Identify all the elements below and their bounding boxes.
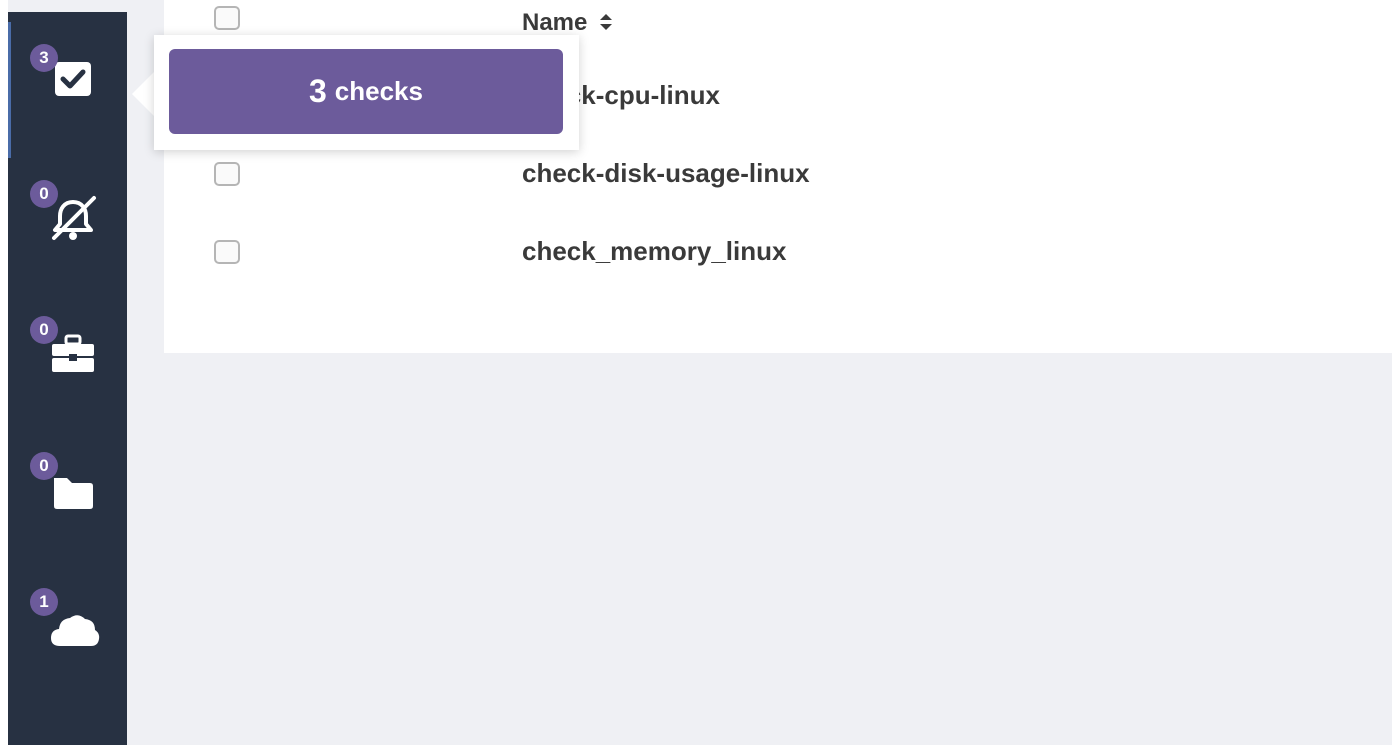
sidebar-item-jobs[interactable]: 0 (30, 316, 110, 380)
window-edge (0, 0, 8, 745)
sidebar-item-clouds[interactable]: 1 (30, 588, 110, 652)
table-row[interactable]: check-disk-usage-linux (164, 144, 1392, 204)
sidebar-item-checks[interactable]: 3 (30, 44, 110, 108)
tooltip-content: 3 checks (169, 49, 563, 134)
sidebar-item-folders[interactable]: 0 (30, 452, 110, 516)
sidebar-item-silenced[interactable]: 0 (30, 180, 110, 244)
active-indicator (8, 22, 11, 158)
tooltip-count: 3 (309, 73, 327, 109)
jobs-count-badge: 0 (30, 316, 58, 344)
checks-count-badge: 3 (30, 44, 58, 72)
checks-tooltip: 3 checks (154, 35, 579, 150)
silenced-count-badge: 0 (30, 180, 58, 208)
row-checkbox[interactable] (214, 162, 240, 186)
row-checkbox[interactable] (214, 240, 240, 264)
tooltip-label: checks (334, 76, 423, 106)
check-name[interactable]: check_memory_linux (522, 236, 786, 267)
folders-count-badge: 0 (30, 452, 58, 480)
name-column-header[interactable]: Name (522, 6, 613, 37)
tooltip-arrow (132, 72, 154, 116)
sidebar: 3 0 0 0 1 (8, 12, 127, 745)
table-row[interactable]: check_memory_linux (164, 222, 1392, 282)
sort-icon (599, 14, 612, 30)
name-header-label: Name (522, 9, 588, 36)
check-name[interactable]: check-disk-usage-linux (522, 158, 810, 189)
clouds-count-badge: 1 (30, 588, 58, 616)
select-all-checkbox[interactable] (214, 6, 240, 30)
